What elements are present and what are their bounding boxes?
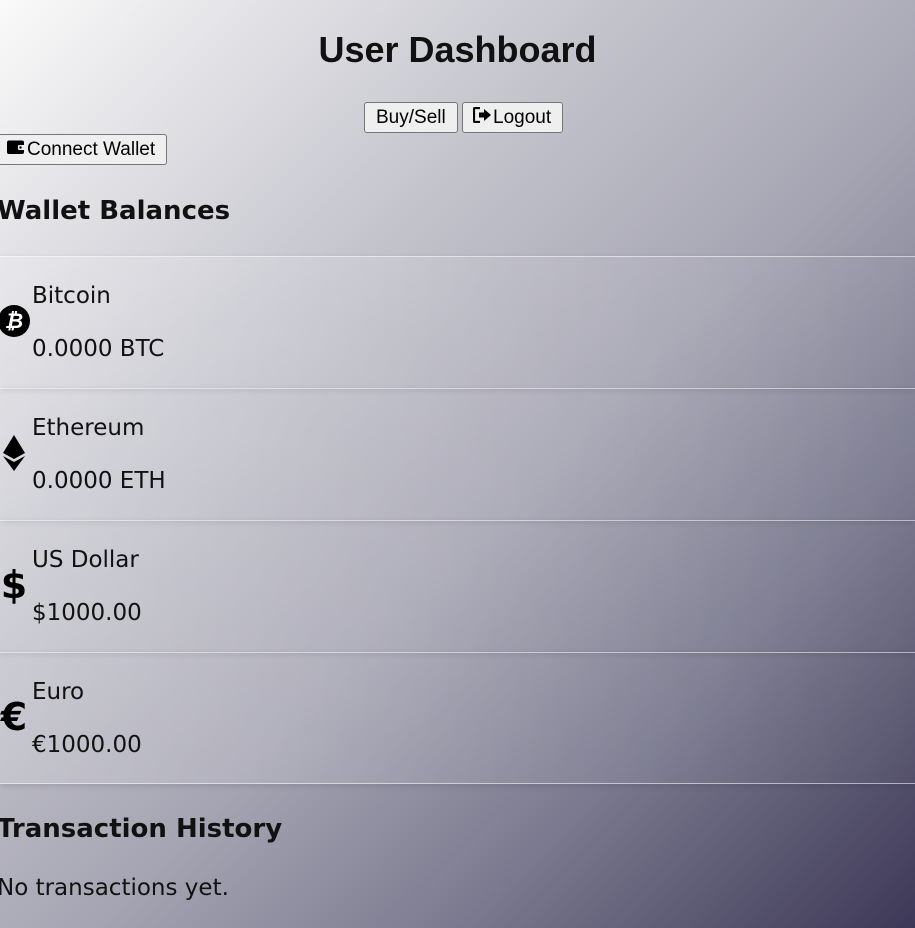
logout-icon: [472, 106, 493, 129]
logout-button[interactable]: Logout: [462, 102, 564, 133]
transaction-history-heading: Transaction History: [0, 814, 283, 844]
coin-name: US Dollar: [32, 547, 139, 573]
coin-amount: €1000.00: [32, 732, 142, 758]
coin-name: Bitcoin: [32, 283, 111, 309]
balance-card-bitcoin: ₿ Bitcoin 0.0000 BTC: [0, 256, 915, 388]
balance-card-us-dollar: $ US Dollar $1000.00: [0, 520, 915, 652]
buy-sell-button[interactable]: Buy/Sell: [364, 102, 458, 133]
no-transactions-text: No transactions yet.: [0, 875, 229, 901]
buy-sell-label: Buy/Sell: [376, 106, 446, 128]
balance-card-euro: € Euro €1000.00: [0, 652, 915, 784]
coin-name: Euro: [32, 679, 85, 705]
wallet-icon: [6, 139, 27, 161]
svg-text:$: $: [1, 565, 27, 605]
svg-text:€: €: [0, 697, 27, 737]
svg-text:₿: ₿: [5, 309, 23, 333]
ethereum-icon: [0, 433, 31, 473]
coin-name: Ethereum: [32, 415, 145, 441]
wallet-balances-heading: Wallet Balances: [0, 196, 231, 226]
logout-label: Logout: [493, 106, 552, 128]
connect-wallet-button[interactable]: Connect Wallet: [0, 134, 168, 165]
coin-amount: 0.0000 BTC: [32, 336, 165, 362]
connect-wallet-label: Connect Wallet: [27, 138, 156, 160]
dollar-icon: $: [0, 565, 31, 605]
wallet-balances-list: ₿ Bitcoin 0.0000 BTC Ethereum 0.0000 ETH…: [0, 256, 915, 784]
coin-amount: 0.0000 ETH: [32, 468, 166, 494]
balance-card-ethereum: Ethereum 0.0000 ETH: [0, 388, 915, 520]
page-title: User Dashboard: [318, 29, 597, 70]
coin-amount: $1000.00: [32, 600, 142, 626]
euro-icon: €: [0, 697, 31, 737]
bitcoin-icon: ₿: [0, 301, 31, 341]
